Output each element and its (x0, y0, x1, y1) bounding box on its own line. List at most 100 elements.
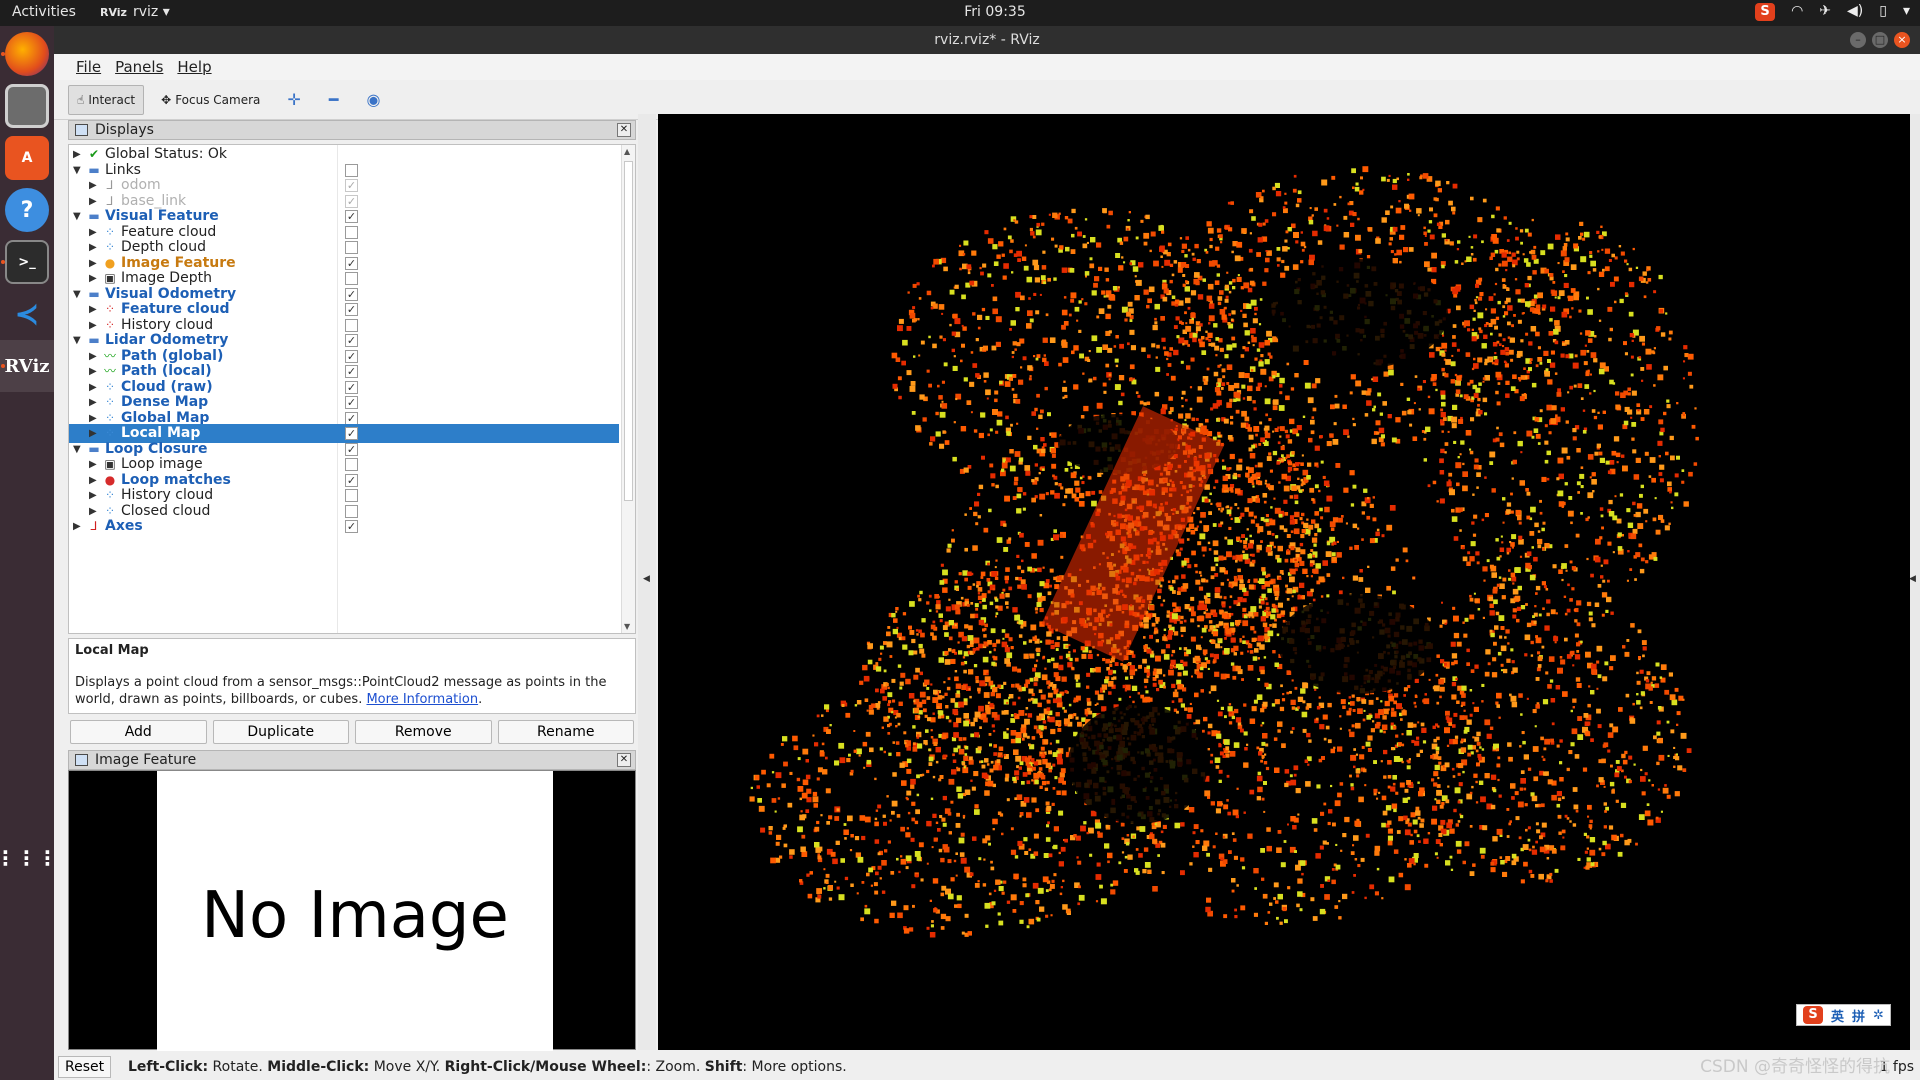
running-indicator (1, 52, 5, 56)
display-row[interactable]: ▶ ⅃ Axes ✓ (69, 517, 619, 536)
help-desc: : Zoom. (646, 1059, 705, 1075)
crosshair-icon: ✥ (161, 92, 172, 107)
tree-scrollbar[interactable]: ▲ ▼ (621, 145, 635, 633)
enable-checkbox[interactable]: ✓ (345, 349, 358, 363)
move-camera-icon[interactable]: ✛ (277, 90, 310, 109)
focus-camera-button[interactable]: ✥ Focus Camera (152, 85, 269, 115)
terminal-icon[interactable]: >_ (5, 240, 49, 284)
wifi-icon[interactable]: ◠ (1791, 3, 1803, 21)
airplane-icon[interactable]: ✈ (1819, 3, 1831, 21)
close-icon[interactable]: ✕ (617, 753, 631, 767)
left-splitter[interactable]: ◀ (638, 114, 656, 1050)
enable-checkbox[interactable]: ✓ (345, 179, 358, 192)
reset-button[interactable]: Reset (58, 1056, 112, 1078)
maximize-icon[interactable]: □ (1872, 32, 1888, 48)
help-icon[interactable]: ? (5, 188, 49, 232)
remove-button[interactable]: Remove (355, 720, 492, 744)
power-menu-icon[interactable]: ▾ (1903, 3, 1910, 21)
show-applications-icon[interactable]: ⋮⋮⋮ (0, 836, 58, 880)
system-tray[interactable]: S ◠ ✈ ◀) ▯ ▾ (1755, 3, 1910, 21)
sogou-input-icon[interactable]: S (1755, 3, 1776, 21)
displays-panel-header[interactable]: Displays ✕ (68, 120, 636, 140)
software-center-icon[interactable]: A (5, 136, 49, 180)
activities-button[interactable]: Activities (12, 4, 76, 20)
enable-checkbox[interactable]: ✓ (345, 365, 358, 378)
enable-checkbox[interactable]: ✓ (345, 303, 358, 316)
rviz-icon[interactable]: RViz (0, 340, 54, 392)
axes-icon: ⅃ (106, 193, 114, 208)
expand-arrow-icon[interactable]: ▶ (73, 517, 83, 536)
rename-button[interactable]: Rename (497, 720, 634, 744)
enable-checkbox[interactable]: ✓ (345, 396, 358, 409)
clock[interactable]: Fri 09:35 (940, 4, 1050, 20)
enable-checkbox[interactable]: ✓ (345, 380, 358, 394)
ime-toolbar[interactable]: S 英 拼 ✲ (1796, 1004, 1891, 1026)
3d-render-view[interactable] (658, 114, 1910, 1050)
vscode-icon[interactable]: ≺ (5, 292, 49, 336)
enable-checkbox[interactable] (345, 163, 358, 177)
menu-help[interactable]: Help (177, 58, 211, 76)
measure-icon[interactable]: ━ (319, 90, 349, 109)
scroll-down-icon[interactable]: ▼ (624, 622, 630, 631)
cloud-icon: ⁘ (104, 240, 116, 254)
enable-checkbox[interactable] (345, 318, 358, 332)
publish-point-icon[interactable]: ◉ (356, 90, 390, 109)
window-title: rviz.rviz* - RViz (934, 32, 1040, 48)
expand-right-icon[interactable]: ◀ (1909, 574, 1916, 584)
axes-red-icon: ⅃ (90, 519, 98, 533)
folder-icon: ▬ (88, 286, 100, 301)
files-icon[interactable] (5, 84, 49, 128)
scrollbar-thumb[interactable] (624, 161, 633, 501)
menu-panels[interactable]: Panels (115, 58, 163, 76)
collapse-left-icon[interactable]: ◀ (643, 574, 650, 584)
image-panel-header[interactable]: Image Feature ✕ (68, 750, 636, 770)
running-indicator (1, 364, 5, 368)
ime-language[interactable]: 英 (1831, 1006, 1844, 1025)
cloud-red-icon: ⁘ (104, 302, 116, 316)
app-menu[interactable]: RViz rviz ▾ (100, 4, 170, 20)
duplicate-button[interactable]: Duplicate (212, 720, 349, 744)
enable-checkbox[interactable]: ✓ (345, 427, 358, 440)
window-titlebar[interactable]: rviz.rviz* - RViz – □ × (54, 26, 1920, 54)
display-buttons: Add Duplicate Remove Rename (68, 720, 636, 746)
ime-mode[interactable]: 拼 (1852, 1006, 1865, 1025)
folder-icon: ▬ (88, 209, 100, 223)
close-icon[interactable]: × (1894, 32, 1910, 48)
point-cloud-map (749, 166, 1699, 938)
firefox-icon[interactable] (5, 32, 49, 76)
interact-tool-button[interactable]: ☝ Interact (68, 84, 145, 115)
displays-tree[interactable]: ▶ ✔ Global Status: Ok ▼ ▬ Links ▶ ⅃ odom ✓ ▶ ⅃ base_… (68, 144, 636, 634)
focus-camera-label: Focus Camera (175, 92, 261, 107)
sogou-input-icon[interactable]: S (1803, 1006, 1823, 1024)
image-icon: ▣ (104, 457, 116, 471)
path-icon: 〰 (103, 348, 116, 363)
menu-file[interactable]: File (76, 58, 101, 76)
enable-checkbox[interactable] (345, 504, 358, 518)
enable-checkbox[interactable]: ✓ (345, 411, 358, 425)
enable-checkbox[interactable]: ✓ (345, 256, 358, 270)
enable-checkbox[interactable]: ✓ (345, 334, 358, 347)
enable-checkbox[interactable]: ✓ (345, 194, 358, 208)
enable-checkbox[interactable] (345, 272, 358, 285)
add-button[interactable]: Add (70, 720, 207, 744)
gear-icon[interactable]: ✲ (1873, 1008, 1884, 1023)
enable-checkbox[interactable] (345, 489, 358, 502)
enable-checkbox[interactable] (345, 241, 358, 254)
minimize-icon[interactable]: – (1850, 32, 1866, 48)
close-icon[interactable]: ✕ (617, 123, 631, 137)
enable-checkbox[interactable] (345, 225, 358, 239)
volume-icon[interactable]: ◀) (1847, 3, 1863, 21)
enable-checkbox[interactable] (345, 458, 358, 471)
enable-checkbox[interactable]: ✓ (345, 473, 358, 487)
folder-icon: ▬ (88, 441, 100, 456)
system-top-bar: Activities RViz rviz ▾ Fri 09:35 S ◠ ✈ ◀)… (0, 0, 1920, 26)
battery-icon[interactable]: ▯ (1879, 3, 1887, 21)
interact-label: Interact (88, 92, 136, 107)
more-information-link[interactable]: More Information (366, 692, 478, 707)
enable-checkbox[interactable]: ✓ (345, 287, 358, 301)
enable-checkbox[interactable]: ✓ (345, 210, 358, 223)
enable-checkbox[interactable]: ✓ (345, 442, 358, 456)
enable-checkbox[interactable]: ✓ (345, 520, 358, 533)
scroll-up-icon[interactable]: ▲ (624, 147, 630, 156)
image-icon: ▣ (104, 271, 116, 285)
